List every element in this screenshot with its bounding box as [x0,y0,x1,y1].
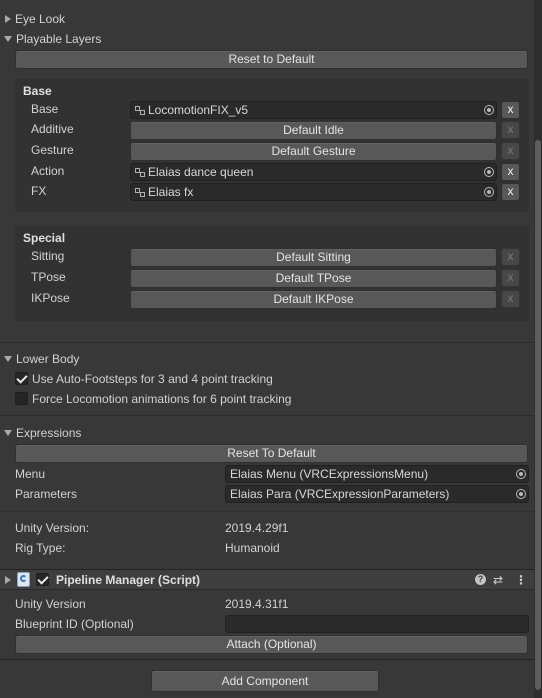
layer-label-base: Base [31,102,59,116]
field-value: LocomotionFIX_v5 [148,103,249,117]
field-value: Elaias fx [148,185,194,199]
layer-label-fx: FX [31,184,47,198]
add-component-button[interactable]: Add Component [151,670,379,692]
divider [0,415,534,416]
layer-label-ikpose: IKPose [31,291,70,305]
foldout-label: Eye Look [15,12,66,26]
rig-type-label: Rig Type: [15,541,66,555]
divider [0,342,534,343]
section-title-special: Special [23,231,66,245]
scrollbar-thumb[interactable] [535,140,541,690]
expanded-arrow-icon [4,36,12,42]
foldout-playable-layers[interactable]: Playable Layers [4,31,101,47]
remove-action-button[interactable]: x [501,163,520,181]
object-picker-icon[interactable] [516,489,526,499]
expressions-menu-field[interactable]: Elaias Menu (VRCExpressionsMenu) [225,465,529,483]
csharp-script-icon [17,572,30,587]
pm-unity-version-value: 2019.4.31f1 [225,597,289,611]
remove-fx-button[interactable]: x [501,183,520,201]
unity-version-label: Unity Version: [15,521,90,535]
remove-tpose-button[interactable]: x [501,269,520,287]
foldout-expressions[interactable]: Expressions [4,425,81,441]
layer-label-sitting: Sitting [31,249,65,263]
more-options-icon[interactable]: ⋮ [515,572,527,588]
remove-additive-button[interactable]: x [501,121,520,139]
field-value: Elaias dance queen [148,165,254,179]
parameters-label: Parameters [15,487,78,501]
vertical-scrollbar[interactable] [534,0,542,698]
attach-button[interactable]: Attach (Optional) [15,635,528,654]
blueprint-id-input[interactable] [225,615,529,633]
object-picker-icon[interactable] [484,105,494,115]
blueprint-id-label: Blueprint ID (Optional) [15,617,134,631]
divider [0,659,534,660]
remove-base-button[interactable]: x [501,101,520,119]
expanded-arrow-icon [4,356,12,362]
layer-label-tpose: TPose [31,270,66,284]
foldout-label: Expressions [16,426,82,440]
collapsed-arrow-icon [5,15,11,23]
foldout-lower-body[interactable]: Lower Body [4,351,79,367]
object-picker-icon[interactable] [484,167,494,177]
field-value: Elaias Para (VRCExpressionParameters) [230,487,450,501]
default-sitting-button[interactable]: Default Sitting [130,248,497,267]
remove-sitting-button[interactable]: x [501,248,520,266]
divider [0,511,534,512]
layer-label-action: Action [31,164,65,178]
pm-unity-version-label: Unity Version [15,597,86,611]
field-value: Elaias Menu (VRCExpressionsMenu) [230,467,429,481]
pipeline-manager-header[interactable]: Pipeline Manager (Script) ? ⇄ ⋮ [0,569,534,590]
remove-gesture-button[interactable]: x [501,142,520,160]
force-locomotion-checkbox[interactable] [15,392,28,405]
section-title-base: Base [23,84,52,98]
component-title: Pipeline Manager (Script) [56,573,201,587]
animator-controller-icon [135,105,145,115]
foldout-label: Lower Body [16,352,80,366]
menu-label: Menu [15,467,46,481]
auto-footsteps-checkbox[interactable] [15,372,28,385]
presets-icon[interactable]: ⇄ [493,572,503,588]
unity-version-value: 2019.4.29f1 [225,521,289,535]
foldout-label: Playable Layers [16,32,102,46]
foldout-eye-look[interactable]: Eye Look [4,11,65,27]
auto-footsteps-label: Use Auto-Footsteps for 3 and 4 point tra… [32,372,273,386]
expressions-reset-button[interactable]: Reset To Default [15,444,528,463]
remove-ikpose-button[interactable]: x [501,290,520,308]
default-tpose-button[interactable]: Default TPose [130,269,497,288]
layer-label-gesture: Gesture [31,143,74,157]
action-controller-field[interactable]: Elaias dance queen [130,163,497,181]
animator-controller-icon [135,187,145,197]
base-controller-field[interactable]: LocomotionFIX_v5 [130,101,497,119]
component-enabled-checkbox[interactable] [36,573,49,586]
default-ikpose-button[interactable]: Default IKPose [130,290,497,309]
object-picker-icon[interactable] [484,187,494,197]
collapse-arrow-icon[interactable] [5,576,11,584]
fx-controller-field[interactable]: Elaias fx [130,183,497,201]
default-idle-button[interactable]: Default Idle [130,121,497,140]
help-icon[interactable]: ? [475,574,486,585]
expanded-arrow-icon [4,430,12,436]
force-locomotion-label: Force Locomotion animations for 6 point … [32,392,292,406]
object-picker-icon[interactable] [516,469,526,479]
expressions-parameters-field[interactable]: Elaias Para (VRCExpressionParameters) [225,485,529,503]
animator-controller-icon [135,167,145,177]
reset-to-default-button[interactable]: Reset to Default [15,50,528,69]
rig-type-value: Humanoid [225,541,280,555]
default-gesture-button[interactable]: Default Gesture [130,142,497,161]
layer-label-additive: Additive [31,122,74,136]
